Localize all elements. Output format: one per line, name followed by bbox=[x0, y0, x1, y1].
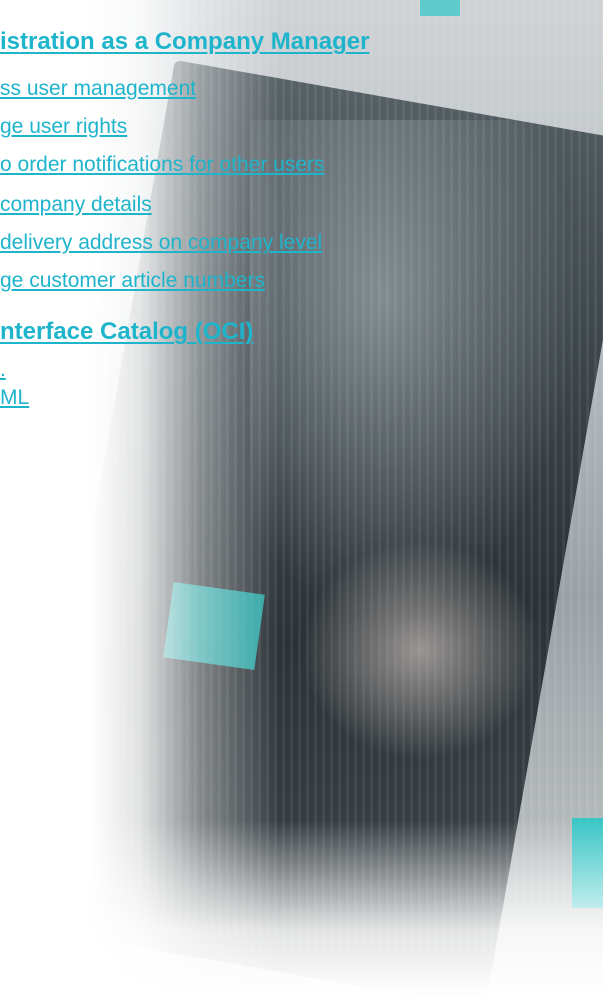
link-oci-item-2[interactable]: ML bbox=[0, 386, 29, 410]
company-manager-heading-link[interactable]: istration as a Company Manager bbox=[0, 28, 369, 56]
link-customer-article-numbers[interactable]: ge customer article numbers bbox=[0, 269, 265, 293]
content: istration as a Company Manager ss user m… bbox=[0, 0, 603, 997]
link-oci-item-1[interactable]: . bbox=[0, 358, 6, 382]
link-user-rights[interactable]: ge user rights bbox=[0, 115, 127, 139]
link-company-details[interactable]: company details bbox=[0, 193, 152, 217]
oci-heading-link[interactable]: nterface Catalog (OCI) bbox=[0, 318, 253, 346]
link-user-management[interactable]: ss user management bbox=[0, 77, 196, 101]
page: istration as a Company Manager ss user m… bbox=[0, 0, 603, 997]
link-order-notifications[interactable]: o order notifications for other users bbox=[0, 153, 325, 177]
link-delivery-address[interactable]: delivery address on company level bbox=[0, 231, 322, 255]
